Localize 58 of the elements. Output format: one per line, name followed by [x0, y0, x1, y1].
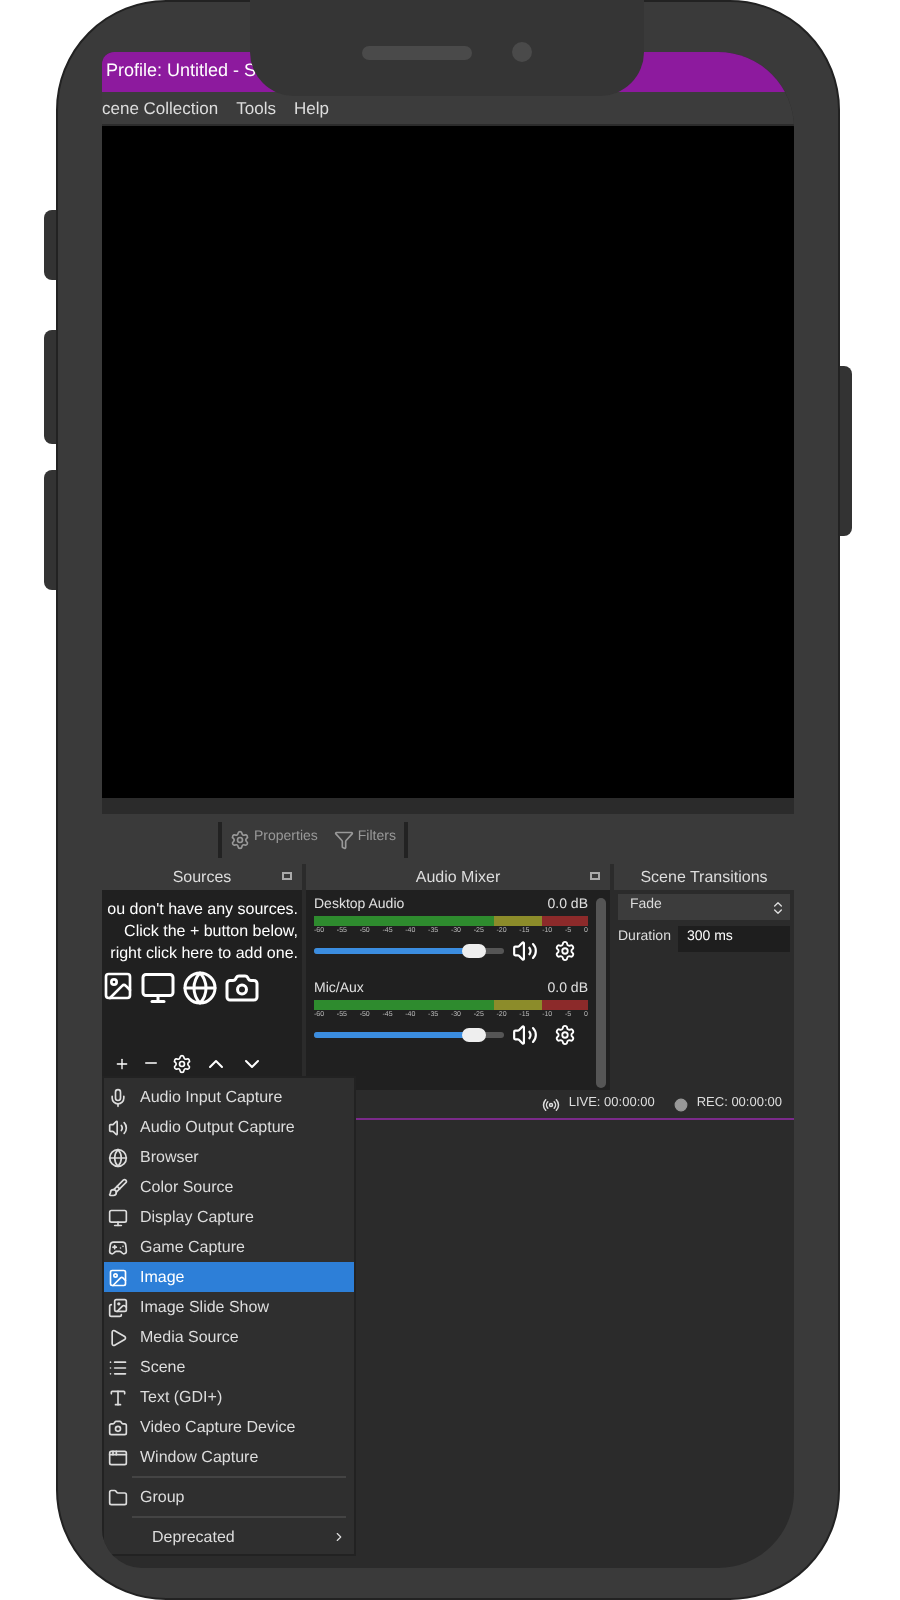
- menu-item[interactable]: Image: [104, 1262, 354, 1292]
- gamepad-icon: [108, 1237, 128, 1257]
- monitor-icon: [108, 1207, 128, 1227]
- slider-thumb[interactable]: [461, 944, 486, 958]
- menu-item[interactable]: Scene: [104, 1352, 354, 1382]
- gear-icon[interactable]: [554, 940, 576, 962]
- brush-icon: [108, 1177, 128, 1197]
- menu-item[interactable]: Game Capture: [104, 1232, 354, 1262]
- monitor-icon: [138, 970, 178, 1006]
- menu-item[interactable]: Text (GDI+): [104, 1382, 354, 1412]
- dock-header: Scene Transitions: [614, 864, 794, 890]
- gear-icon[interactable]: [172, 1053, 192, 1073]
- speaker-icon[interactable]: [512, 1022, 538, 1048]
- menu-item[interactable]: Display Capture: [104, 1202, 354, 1232]
- images-icon: [108, 1297, 128, 1317]
- spin-icon: [770, 899, 786, 915]
- filter-icon: [333, 829, 354, 849]
- gear-icon: [230, 829, 250, 849]
- globe-icon: [108, 1147, 128, 1167]
- menu-item[interactable]: Color Source: [104, 1172, 354, 1202]
- dock-header: Sources: [102, 864, 302, 890]
- menu-item[interactable]: Window Capture: [104, 1442, 354, 1472]
- empty-message: right click here to add one.: [110, 942, 298, 964]
- speaker-icon[interactable]: [512, 938, 538, 964]
- gear-icon[interactable]: [554, 1024, 576, 1046]
- menu-item[interactable]: Deprecated: [104, 1522, 354, 1552]
- image-icon: [108, 1267, 128, 1287]
- slider-thumb[interactable]: [461, 1028, 486, 1042]
- empty-message: ou don't have any sources.: [107, 898, 298, 920]
- dock-header: Audio Mixer: [306, 864, 610, 890]
- broadcast-icon: [542, 1095, 561, 1113]
- menu-item[interactable]: Audio Output Capture: [104, 1112, 354, 1142]
- menu-item[interactable]: Browser: [104, 1142, 354, 1172]
- play-icon: [108, 1327, 128, 1347]
- menu-item[interactable]: cene Collection: [102, 95, 219, 121]
- add-icon[interactable]: [114, 1055, 130, 1071]
- text-icon: [108, 1387, 128, 1407]
- camera-icon: [108, 1417, 128, 1437]
- scrollbar[interactable]: [596, 898, 606, 1088]
- image-icon: [102, 970, 134, 1002]
- camera-icon: [222, 970, 262, 1006]
- menu-item[interactable]: Help: [293, 95, 329, 121]
- record-icon: [674, 1097, 689, 1111]
- volume-slider[interactable]: [314, 1027, 504, 1043]
- folder-icon: [108, 1487, 128, 1507]
- window-icon: [108, 1447, 128, 1467]
- menu-item[interactable]: Group: [104, 1482, 354, 1512]
- menu-item[interactable]: Image Slide Show: [104, 1292, 354, 1322]
- empty-message: Click the + button below,: [124, 920, 298, 942]
- menu-item[interactable]: Media Source: [104, 1322, 354, 1352]
- menu-item[interactable]: Tools: [236, 95, 276, 121]
- menu-item[interactable]: Audio Input Capture: [104, 1082, 354, 1112]
- microphone-icon: [108, 1087, 128, 1107]
- globe-icon: [182, 970, 218, 1006]
- menu-item[interactable]: Video Capture Device: [104, 1412, 354, 1442]
- volume-slider[interactable]: [314, 943, 504, 959]
- list-icon: [108, 1357, 128, 1377]
- speaker-icon: [108, 1117, 128, 1137]
